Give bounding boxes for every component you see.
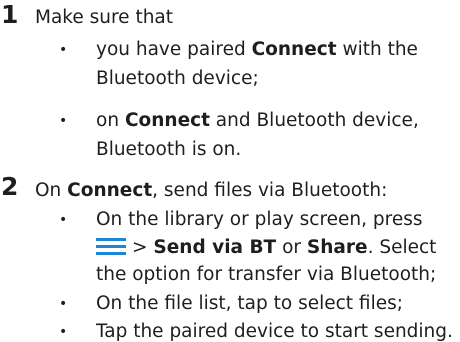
menu-icon <box>96 238 126 255</box>
step-1-bullet-2-marker: • <box>59 113 68 129</box>
step-2-bullet-1-line-1: On the library or play screen, press <box>96 209 423 230</box>
step-1-bullet-1-marker: • <box>59 42 68 58</box>
send-via-bt-term: Send via BT <box>153 237 277 258</box>
step-2-bullet-2-line: On the file list, tap to select files; <box>96 293 403 314</box>
connect-term: Connect <box>124 110 210 131</box>
step-2-bullet-3-marker: • <box>59 324 68 340</box>
step-1-number: 1 <box>1 0 19 29</box>
step-2-bullet-1-marker: • <box>59 212 68 228</box>
step-1-bullet-2-line-1: on Connect and Bluetooth device, <box>96 110 419 131</box>
connect-term: Connect <box>67 180 153 201</box>
step-1-bullet-2-line-2: Bluetooth is on. <box>96 139 242 160</box>
step-2-bullet-3-line: Tap the paired device to start sending. <box>96 321 453 342</box>
step-2-intro: On Connect, send files via Bluetooth: <box>35 180 388 201</box>
connect-term: Connect <box>251 39 337 60</box>
share-term: Share <box>306 237 368 258</box>
step-1-bullet-1-line-1: you have paired Connect with the <box>96 39 418 60</box>
step-2-number: 2 <box>1 172 19 201</box>
step-2-bullet-1-line-3: the option for transfer via Bluetooth; <box>96 264 437 285</box>
step-2-bullet-1-line-2: > Send via BT or Share. Select <box>96 238 436 258</box>
step-1-bullet-1-line-2: Bluetooth device; <box>96 68 259 89</box>
step-1-intro: Make sure that <box>35 7 174 28</box>
instructions-document: ​ 1 Make sure that • you have paired Con… <box>0 0 460 342</box>
step-2-bullet-2-marker: • <box>59 296 68 312</box>
